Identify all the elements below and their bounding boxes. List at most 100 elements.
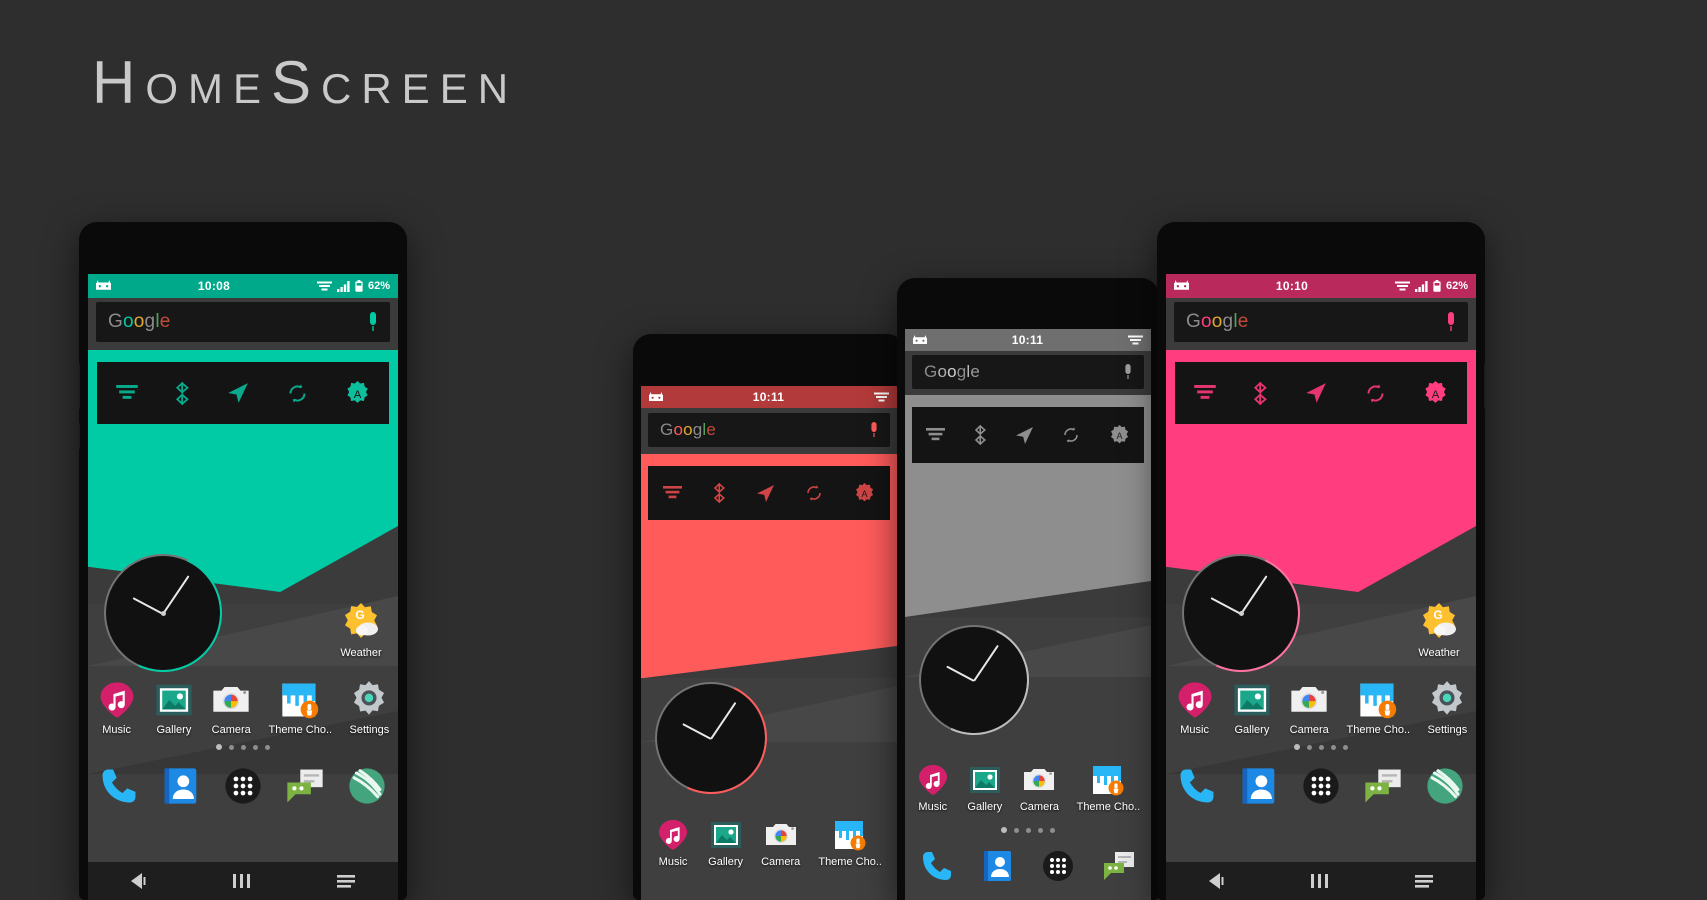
page-dot-active[interactable] [1294,744,1300,750]
camera-icon [765,824,796,845]
phone-red-clock-widget[interactable] [641,666,783,810]
bluetooth-toggle-icon[interactable] [175,381,190,405]
volume-button[interactable] [1484,362,1485,410]
location-toggle-icon[interactable] [756,484,775,503]
page-dot[interactable] [1014,827,1019,833]
page-dot[interactable] [1319,744,1324,750]
app-theme-chooser[interactable]: Theme Cho.. [268,680,332,736]
app-theme-chooser[interactable]: Theme Cho.. [1346,680,1410,736]
back-nav-icon[interactable] [1207,872,1227,890]
contacts-icon[interactable] [161,766,201,806]
page-dot[interactable] [1307,744,1312,750]
app-camera[interactable]: Camera [1289,680,1329,736]
app-settings[interactable]: Settings [349,680,389,736]
phone-teal-weather-widget[interactable]: G Weather [340,602,382,659]
sync-toggle-icon[interactable] [1062,426,1080,444]
brightness-auto-toggle-icon[interactable]: A [854,482,875,504]
app-drawer-icon[interactable] [1301,766,1341,806]
phone-gray-search-bar[interactable]: Google [912,355,1144,389]
phone-icon[interactable] [920,849,954,883]
phone-teal-toggles-widget[interactable]: A [97,362,389,424]
wifi-toggle-icon[interactable] [926,427,946,443]
app-music[interactable]: Music [97,680,137,736]
brightness-auto-toggle-icon[interactable]: A [1423,380,1448,406]
app-gallery[interactable]: Gallery [154,680,194,736]
bluetooth-toggle-icon[interactable] [1253,381,1268,405]
page-dot[interactable] [229,744,234,750]
home-nav-icon[interactable] [231,872,253,890]
brightness-auto-toggle-icon[interactable]: A [1109,424,1130,446]
app-gallery[interactable]: Gallery [708,818,743,868]
phone-pink-weather-widget[interactable]: G Weather [1418,602,1460,659]
messaging-icon[interactable] [1363,766,1403,806]
page-dot[interactable] [253,744,258,750]
app-gallery[interactable]: Gallery [1232,680,1272,736]
phone-gray-clock-widget[interactable] [905,609,1045,751]
phone-teal-page-dots[interactable] [216,744,270,750]
page-dot-active[interactable] [216,744,222,750]
contacts-icon[interactable] [1239,766,1279,806]
recents-nav-icon[interactable] [1413,872,1435,890]
sync-toggle-icon[interactable] [287,383,308,404]
wifi-toggle-icon[interactable] [663,485,683,501]
page-dot[interactable] [1038,827,1043,833]
page-dot[interactable] [241,744,246,750]
page-dot[interactable] [1026,827,1031,833]
app-theme-chooser[interactable]: Theme Cho.. [818,818,882,868]
app-music[interactable]: Music [1175,680,1215,736]
page-dot-active[interactable] [1001,827,1007,833]
power-button[interactable] [79,422,80,450]
phone-icon[interactable] [1177,766,1217,806]
mic-icon[interactable] [870,422,878,438]
bluetooth-toggle-icon[interactable] [713,483,726,503]
bluetooth-toggle-icon[interactable] [974,425,987,445]
home-nav-icon[interactable] [1309,872,1331,890]
app-camera[interactable]: Camera [761,818,800,868]
browser-icon[interactable] [347,766,387,806]
app-camera[interactable]: Camera [211,680,251,736]
sync-toggle-icon[interactable] [1365,383,1386,404]
page-dot[interactable] [265,744,270,750]
app-gallery[interactable]: Gallery [967,763,1002,813]
phone-teal-clock-widget[interactable] [88,537,239,689]
back-nav-icon[interactable] [129,872,149,890]
page-dot[interactable] [1050,827,1055,833]
app-camera[interactable]: Camera [1020,763,1059,813]
recents-nav-icon[interactable] [335,872,357,890]
phone-pink-search-bar[interactable]: Google [1174,302,1468,342]
phone-icon[interactable] [99,766,139,806]
wifi-toggle-icon[interactable] [115,384,138,402]
mic-icon[interactable] [368,312,378,332]
app-theme-chooser[interactable]: Theme Cho.. [1077,763,1140,813]
phone-pink-clock-widget[interactable] [1166,537,1317,689]
app-label: Settings [1427,724,1468,736]
phone-gray-toggles-widget[interactable]: A [912,407,1144,463]
messaging-icon[interactable] [1102,849,1136,883]
brightness-auto-toggle-icon[interactable]: A [345,380,370,406]
sync-toggle-icon[interactable] [805,484,823,502]
mic-icon[interactable] [1124,364,1132,380]
page-dot[interactable] [1331,744,1336,750]
wifi-toggle-icon[interactable] [1193,384,1216,402]
page-dot[interactable] [1343,744,1348,750]
location-toggle-icon[interactable] [1305,382,1327,404]
settings-icon [1432,681,1463,715]
phone-red-search-bar[interactable]: Google [648,413,890,447]
app-drawer-icon[interactable] [1041,849,1075,883]
app-music[interactable]: Music [656,818,690,868]
phone-red-toggles-widget[interactable]: A [648,466,890,520]
phone-teal-search-bar[interactable]: Google [96,302,390,342]
mic-icon[interactable] [1446,312,1456,332]
contacts-icon[interactable] [981,849,1015,883]
location-toggle-icon[interactable] [227,382,249,404]
location-toggle-icon[interactable] [1015,426,1034,445]
phone-pink-page-dots[interactable] [1294,744,1348,750]
volume-button[interactable] [79,362,80,410]
phone-pink-toggles-widget[interactable]: A [1175,362,1467,424]
browser-icon[interactable] [1425,766,1465,806]
app-music[interactable]: Music [916,763,950,813]
app-settings[interactable]: Settings [1427,680,1467,736]
phone-gray-page-dots[interactable] [1001,827,1055,833]
messaging-icon[interactable] [285,766,325,806]
app-drawer-icon[interactable] [223,766,263,806]
